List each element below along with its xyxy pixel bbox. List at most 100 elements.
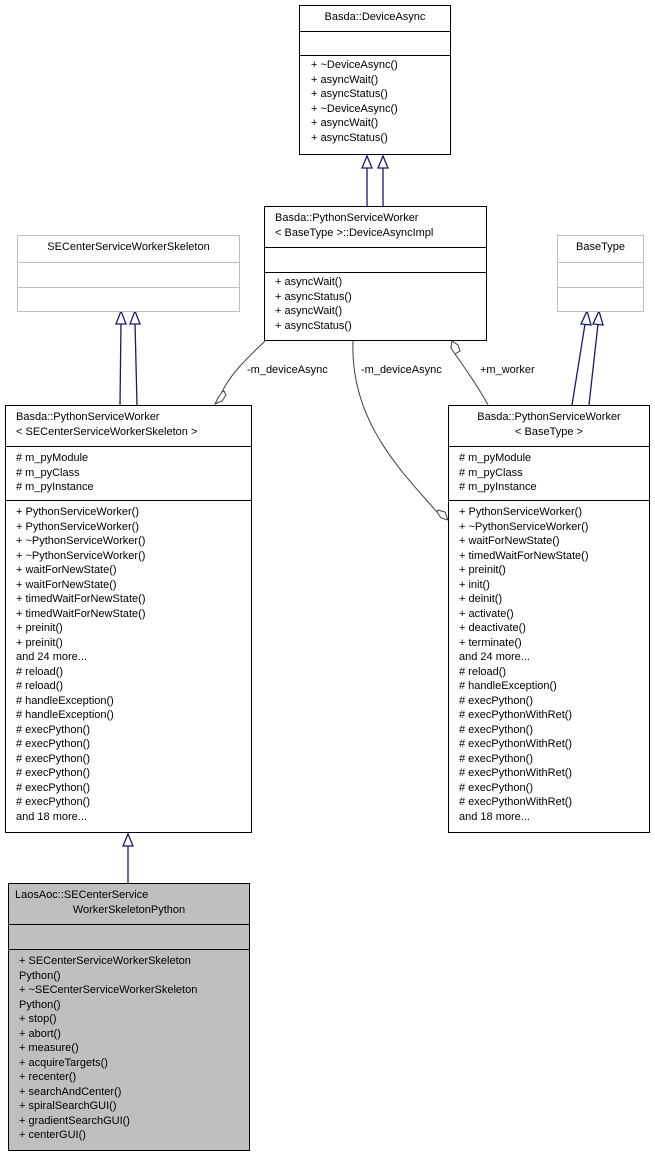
method: # execPython() (16, 767, 90, 779)
method: # execPython() (16, 781, 90, 794)
method: + waitForNewState() (16, 564, 117, 576)
class-skeleton[interactable]: SECenterServiceWorkerSkeleton (17, 235, 240, 312)
method: # execPython() (16, 796, 90, 808)
method: + stop() (19, 1013, 57, 1025)
method: + centerGUI() (19, 1129, 86, 1141)
method: + PythonServiceWorker() (16, 506, 139, 518)
method: + abort() (19, 1027, 61, 1040)
method: # execPythonWithRet() (459, 738, 573, 750)
method: # execPythonWithRet() (459, 709, 573, 721)
attribute: # m_pyModule (459, 452, 532, 464)
method: + measure() (19, 1042, 79, 1054)
method: Python() (19, 969, 61, 982)
method: + ~SECenterServiceWorkerSkeleton (19, 984, 198, 996)
method: + asyncStatus() (311, 88, 388, 100)
method: + SECenterServiceWorkerSkeleton (19, 955, 191, 967)
attributes-section (9, 924, 249, 949)
method: + acquireTargets() (19, 1056, 108, 1069)
more-methods-link[interactable]: and 18 more... (16, 810, 251, 825)
method: + waitForNewState() (459, 535, 560, 547)
method: + asyncStatus() (311, 131, 388, 144)
title-line: Basda::PythonServiceWorker (16, 411, 160, 423)
method: + asyncWait() (311, 73, 379, 86)
class-device-async[interactable]: Basda::DeviceAsync + ~DeviceAsync() + as… (299, 5, 451, 155)
methods-section: + PythonServiceWorker() + ~PythonService… (449, 500, 649, 826)
method: + preinit() (16, 622, 63, 634)
attribute: # m_pyClass (16, 466, 80, 479)
inheritance-psw-to-basetype (571, 309, 604, 406)
class-title: SECenterServiceWorkerSkeleton (47, 241, 210, 253)
method: # execPython() (459, 723, 533, 736)
method: + recenter() (19, 1071, 77, 1083)
more-methods-link[interactable]: and 24 more... (459, 650, 649, 665)
methods-section (558, 287, 643, 311)
method: + activate() (459, 607, 514, 620)
method: # execPython() (16, 723, 90, 736)
methods-section (18, 287, 239, 311)
class-title: LaosAoc::SECenterService WorkerSkeletonP… (9, 884, 249, 924)
method: # handleException() (16, 709, 114, 721)
title-line: Basda::PythonServiceWorker (275, 212, 419, 224)
method: + waitForNewState() (16, 578, 117, 591)
method: # handleException() (16, 694, 114, 707)
method: + init() (459, 578, 490, 591)
attributes-section (558, 262, 643, 287)
method: + ~DeviceAsync() (311, 102, 398, 115)
method: + PythonServiceWorker() (16, 520, 139, 533)
inheritance-psw-to-skeleton (115, 309, 141, 406)
method: # execPython() (459, 781, 533, 794)
attribute: # m_pyInstance (16, 481, 94, 493)
method: + preinit() (459, 564, 506, 576)
attribute: # m_pyClass (459, 466, 523, 479)
method: # execPython() (16, 752, 90, 765)
class-title: Basda::PythonServiceWorker < BaseType > (449, 406, 649, 446)
attributes-section (300, 31, 450, 55)
class-title: Basda::DeviceAsync (324, 11, 426, 23)
method: # execPythonWithRet() (459, 767, 573, 779)
method: # execPython() (459, 752, 533, 765)
method: + ~PythonServiceWorker() (16, 535, 146, 547)
method: + searchAndCenter() (19, 1085, 122, 1098)
title-line: LaosAoc::SECenterService (15, 889, 149, 901)
more-methods-link[interactable]: and 18 more... (459, 810, 649, 825)
method: + timedWaitForNewState() (16, 593, 146, 605)
class-base-type[interactable]: BaseType (557, 235, 644, 312)
methods-section: + ~DeviceAsync() + asyncWait() + asyncSt… (300, 55, 450, 147)
edge-label-device-async-right: -m_deviceAsync (361, 364, 442, 376)
title-line: < BaseType >::DeviceAsyncImpl (275, 226, 434, 239)
method: + asyncWait() (275, 276, 343, 288)
method: + ~DeviceAsync() (311, 59, 398, 71)
class-psw-basetype[interactable]: Basda::PythonServiceWorker < BaseType > … (448, 405, 650, 833)
more-methods-link[interactable]: and 24 more... (16, 650, 251, 665)
method: + timedWaitForNewState() (459, 549, 589, 562)
method: + asyncWait() (311, 117, 379, 129)
method: + asyncWait() (275, 305, 343, 317)
methods-section: + asyncWait() + asyncStatus() + asyncWai… (265, 272, 486, 335)
title-line: < SECenterServiceWorkerSkeleton > (16, 425, 198, 438)
attributes-section: # m_pyModule # m_pyClass # m_pyInstance (6, 446, 251, 500)
attributes-section (18, 262, 239, 287)
title-line: Basda::PythonServiceWorker (477, 411, 621, 423)
method: # handleException() (459, 680, 557, 692)
method: + terminate() (459, 636, 522, 649)
title-line: WorkerSkeletonPython (72, 903, 186, 916)
method: # reload() (459, 665, 507, 678)
method: # reload() (16, 665, 64, 678)
method: + ~PythonServiceWorker() (16, 549, 146, 562)
method: + deinit() (459, 593, 503, 605)
class-psw-skeleton[interactable]: Basda::PythonServiceWorker < SECenterSer… (5, 405, 252, 833)
inheritance-focus-to-psw (122, 832, 134, 883)
class-device-async-impl[interactable]: Basda::PythonServiceWorker < BaseType >:… (264, 206, 487, 341)
attribute: # m_pyInstance (459, 481, 537, 493)
method: Python() (19, 998, 61, 1011)
method: + asyncStatus() (275, 290, 352, 303)
method: # execPython() (16, 738, 90, 750)
methods-section: + SECenterServiceWorkerSkeleton Python()… (9, 949, 249, 1145)
methods-section: + PythonServiceWorker() + PythonServiceW… (6, 500, 251, 826)
method: # reload() (16, 680, 64, 692)
inheritance-impl-to-deviceasync (361, 154, 389, 206)
class-title: BaseType (576, 241, 625, 253)
class-focus-skeleton-python[interactable]: LaosAoc::SECenterService WorkerSkeletonP… (8, 883, 250, 1151)
edge-label-worker: +m_worker (480, 364, 535, 376)
class-title: Basda::PythonServiceWorker < SECenterSer… (6, 406, 251, 446)
